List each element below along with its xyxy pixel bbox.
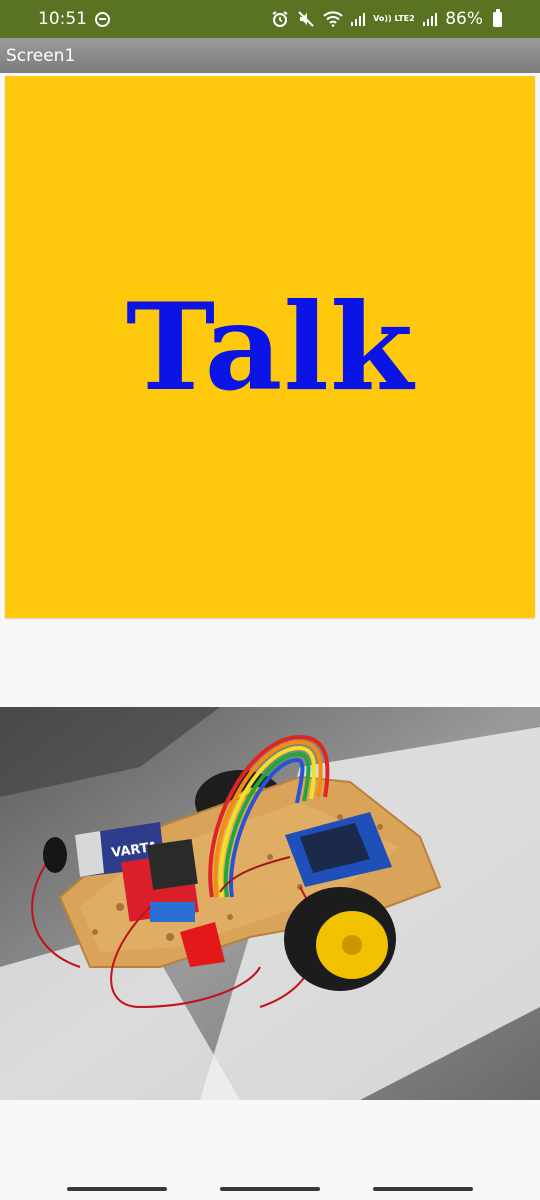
nav-home-handle[interactable] (219, 1187, 320, 1191)
signal-2-icon (422, 12, 438, 26)
status-time: 10:51 (38, 9, 87, 29)
volte-label: Vo)) LTE2 (373, 14, 415, 23)
battery-percent: 86% (445, 9, 483, 29)
alarm-icon (271, 9, 289, 29)
talk-button[interactable]: Talk (5, 76, 535, 618)
status-left: 10:51 (38, 9, 110, 29)
status-right: Vo)) LTE2 86% (271, 8, 502, 29)
signal-icon (350, 12, 366, 26)
navigation-bar (0, 1178, 540, 1200)
status-bar: 10:51 Vo)) LTE2 86% (0, 0, 540, 38)
robot-car-image: VARTA (0, 707, 540, 1100)
screen-title: Screen1 (6, 45, 76, 66)
screen-title-bar: Screen1 (0, 38, 540, 73)
nav-recents-handle[interactable] (66, 1187, 167, 1191)
mute-icon (297, 9, 315, 29)
nav-back-handle[interactable] (373, 1187, 474, 1191)
wifi-icon (322, 9, 343, 29)
do-not-disturb-icon (95, 11, 110, 27)
battery-icon (493, 8, 502, 27)
talk-button-label: Talk (125, 276, 415, 418)
